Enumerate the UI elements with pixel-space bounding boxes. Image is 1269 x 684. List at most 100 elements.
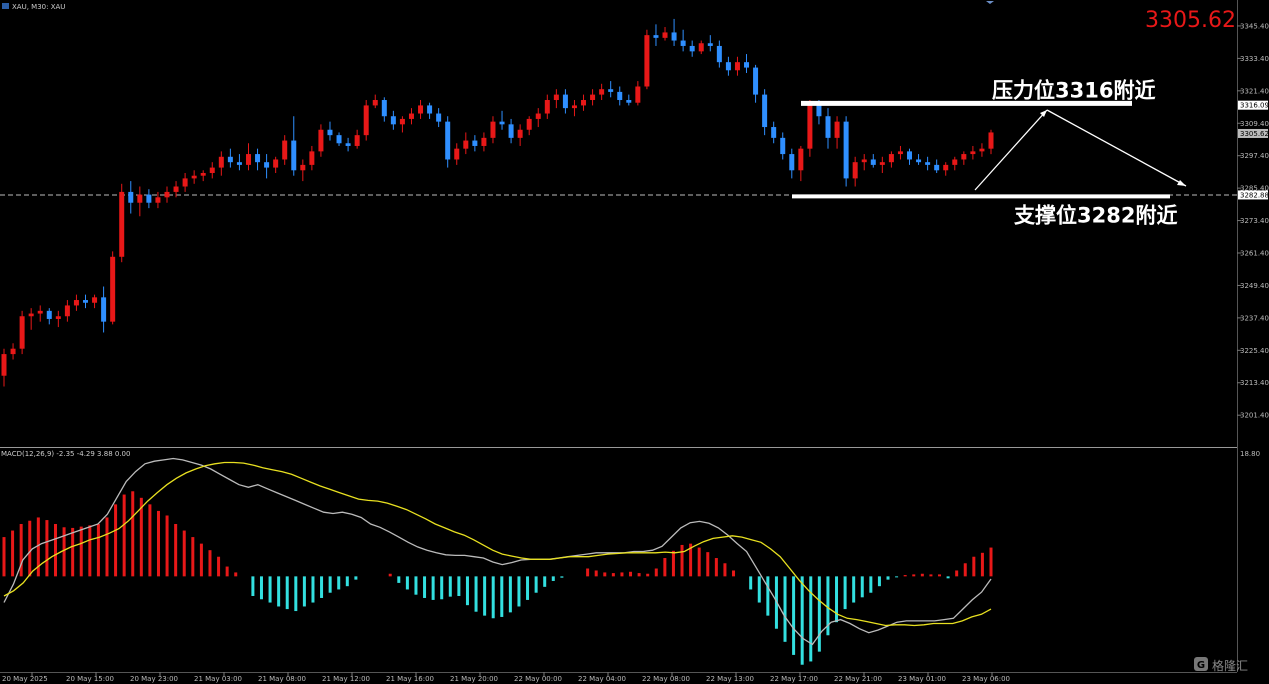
macd-histogram-bar <box>131 491 135 577</box>
chart-window-icon <box>2 3 9 9</box>
candle-body <box>119 191 125 257</box>
candle-body <box>970 151 976 155</box>
macd-histogram-bar <box>2 537 6 577</box>
macd-histogram-bar <box>792 576 796 655</box>
candle-body <box>698 43 704 52</box>
candle-body <box>227 156 233 163</box>
candle-body <box>581 100 587 106</box>
candle-body <box>553 94 559 101</box>
candle-body <box>734 62 740 71</box>
macd-histogram-bar <box>225 566 229 577</box>
time-tick-label: 21 May 08:00 <box>258 675 306 683</box>
price-tick-label: 3249.40 <box>1240 282 1269 290</box>
macd-histogram-bar <box>88 525 92 577</box>
macd-histogram-bar <box>397 576 401 583</box>
time-tick-label: 20 May 2025 <box>2 675 48 683</box>
candle-body <box>852 162 858 179</box>
support-annotation: 支撑位3282附近 <box>1014 203 1177 227</box>
macd-histogram-bar <box>431 576 435 600</box>
candle-body <box>816 105 822 117</box>
macd-histogram-bar <box>491 576 495 619</box>
candle-body <box>662 32 668 38</box>
macd-histogram-bar <box>71 527 75 577</box>
candle-body <box>916 159 922 163</box>
macd-histogram-bar <box>96 524 100 577</box>
price-tick-label: 3237.40 <box>1240 314 1269 322</box>
candle-body <box>870 159 876 165</box>
candle-body <box>218 156 224 168</box>
candle-body <box>182 178 188 187</box>
candle-body <box>508 124 514 138</box>
candle-body <box>907 151 913 160</box>
candle-body <box>825 116 831 138</box>
candle-body <box>671 32 677 41</box>
candle-body <box>273 159 279 168</box>
macd-histogram-bar <box>465 576 469 606</box>
candle-body <box>608 89 614 92</box>
macd-histogram-bar <box>414 576 418 595</box>
candle-body <box>300 164 306 171</box>
time-tick-label: 22 May 08:00 <box>642 675 690 683</box>
candle-body <box>689 45 695 52</box>
macd-histogram-bar <box>79 526 83 577</box>
macd-histogram-bar <box>963 563 967 577</box>
macd-histogram-bar <box>843 576 847 610</box>
macd-histogram-bar <box>809 576 813 662</box>
macd-histogram-bar <box>191 537 195 577</box>
candle-body <box>336 135 342 144</box>
candle-body <box>92 297 98 303</box>
candle-body <box>146 194 152 203</box>
candle-body <box>291 140 297 171</box>
macd-histogram-bar <box>757 576 761 603</box>
candle-body <box>744 62 750 68</box>
macd-histogram-bar <box>749 576 753 590</box>
candle-body <box>535 113 541 119</box>
candle-body <box>925 162 931 165</box>
macd-histogram-bar <box>174 524 178 577</box>
candle-body <box>191 175 197 179</box>
candle-body <box>617 91 623 101</box>
macd-histogram-bar <box>11 530 15 577</box>
macd-histogram-bar <box>989 547 993 577</box>
macd-histogram-bar <box>560 576 564 578</box>
price-tick-label: 3261.40 <box>1240 250 1269 258</box>
resistance-annotation: 压力位3316附近 <box>992 78 1155 102</box>
candle-body <box>571 105 577 109</box>
candle-body <box>55 316 61 319</box>
price-tick-label: 3201.40 <box>1240 412 1269 420</box>
macd-histogram-bar <box>886 576 890 580</box>
candle-body <box>562 94 568 109</box>
macd-histogram-bar <box>268 576 272 603</box>
macd-histogram-bar <box>234 572 238 577</box>
macd-histogram-bar <box>551 576 555 581</box>
macd-histogram-bar <box>165 515 169 577</box>
candle-body <box>590 94 596 101</box>
candle-body <box>653 35 659 38</box>
macd-histogram-bar <box>671 550 675 577</box>
candle-body <box>327 129 333 136</box>
macd-histogram-bar <box>105 517 109 577</box>
macd-histogram-bar <box>620 572 624 577</box>
macd-histogram-bar <box>208 550 212 577</box>
macd-histogram-bar <box>714 558 718 577</box>
candle-body <box>798 148 804 171</box>
macd-histogram-bar <box>251 576 255 596</box>
chart-canvas: XAU, M30: XAU 3305.62 3345.40 3333.40 3321… <box>0 0 1269 684</box>
macd-histogram-bar <box>929 574 933 577</box>
macd-histogram-bar <box>114 504 118 577</box>
macd-histogram-bar <box>637 573 641 577</box>
time-tick-label: 22 May 04:00 <box>578 675 626 683</box>
candle-body <box>73 300 79 306</box>
candle-body <box>282 140 288 160</box>
macd-histogram-bar <box>586 568 590 577</box>
macd-histogram-bar <box>448 576 452 597</box>
macd-histogram-bar <box>217 556 221 577</box>
candle-body <box>245 154 251 165</box>
time-tick-label: 22 May 21:00 <box>834 675 882 683</box>
macd-histogram-bar <box>328 576 332 593</box>
macd-histogram-bar <box>783 576 787 642</box>
candle-body <box>725 62 731 71</box>
macd-histogram-bar <box>543 576 547 587</box>
candle-body <box>888 154 894 163</box>
macd-histogram-bar <box>723 563 727 577</box>
